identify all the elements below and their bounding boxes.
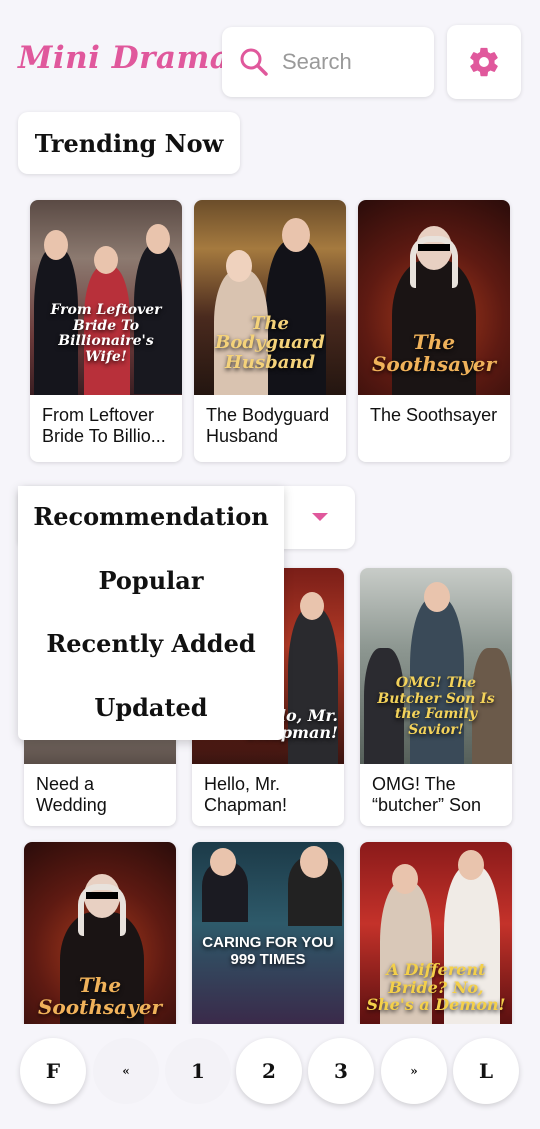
trending-card[interactable]: The Soothsayer The Soothsayer [358,200,510,462]
poster-image: A Different Bride? No, She's a Demon! [360,842,512,1024]
page-2-button[interactable]: 2 [236,1038,302,1104]
card-caption: Need a Wedding Cras... [36,774,107,815]
poster-title: The Soothsayer [37,973,162,1019]
card-caption: The Soothsayer [370,405,498,425]
page-1-button[interactable]: 1 [165,1038,231,1104]
next-page-button[interactable]: » [381,1038,447,1104]
sort-option-recently-added[interactable]: Recently Added [18,629,284,658]
poster-title: CARING FOR YOU 999 TIMES [202,934,334,968]
sort-dropdown-menu: Recommendation Popular Recently Added Up… [18,486,284,740]
card-caption: Hello, Mr. Chapman! [204,774,288,815]
drama-card[interactable]: OMG! The Butcher Son Is the Family Savio… [360,568,512,826]
trending-heading: Trending Now [18,112,240,174]
card-caption: OMG! The “butcher” Son ... [372,774,482,815]
drama-card[interactable]: A Different Bride? No, She's a Demon! [360,842,512,1024]
pagination-bar: F « 1 2 3 » L [0,1024,540,1129]
sort-option-popular[interactable]: Popular [18,566,284,595]
poster-title: The Soothsayer [371,330,496,376]
card-caption: The Bodyguard Husband [206,405,330,446]
caret-down-icon[interactable] [312,513,328,521]
poster-image: From Leftover Bride To Billionaire's Wif… [30,200,182,395]
poster-image: The Soothsayer [358,200,510,395]
poster-image: OMG! The Butcher Son Is the Family Savio… [360,568,512,764]
card-caption: From Leftover Bride To Billio... [42,405,166,446]
gear-icon [470,47,498,77]
trending-card[interactable]: The Bodyguard Husband The Bodyguard Husb… [194,200,346,462]
poster-image: The Bodyguard Husband [194,200,346,395]
poster-title: OMG! The Butcher Son Is the Family Savio… [377,675,495,738]
poster-image: The Soothsayer [24,842,176,1024]
app-screen: Mini Drama Trending Now From Leftover Br… [0,0,540,1129]
trending-card[interactable]: From Leftover Bride To Billionaire's Wif… [30,200,182,462]
page-3-button[interactable]: 3 [308,1038,374,1104]
prev-page-button[interactable]: « [93,1038,159,1104]
search-icon [240,48,268,76]
first-page-button[interactable]: F [20,1038,86,1104]
drama-card[interactable]: The Soothsayer [24,842,176,1024]
drama-card[interactable]: CARING FOR YOU 999 TIMES [192,842,344,1024]
poster-title: A Different Bride? No, She's a Demon! [366,960,506,1015]
poster-title: From Leftover Bride To Billionaire's Wif… [50,302,162,365]
poster-title: The Bodyguard Husband [215,312,325,374]
settings-button[interactable] [447,25,521,99]
sort-option-updated[interactable]: Updated [18,693,284,722]
search-box[interactable] [222,27,434,97]
sort-option-recommendation[interactable]: Recommendation [18,502,284,531]
poster-image: CARING FOR YOU 999 TIMES [192,842,344,1024]
app-logo[interactable]: Mini Drama [18,40,230,76]
last-page-button[interactable]: L [453,1038,519,1104]
search-input[interactable] [282,49,422,75]
